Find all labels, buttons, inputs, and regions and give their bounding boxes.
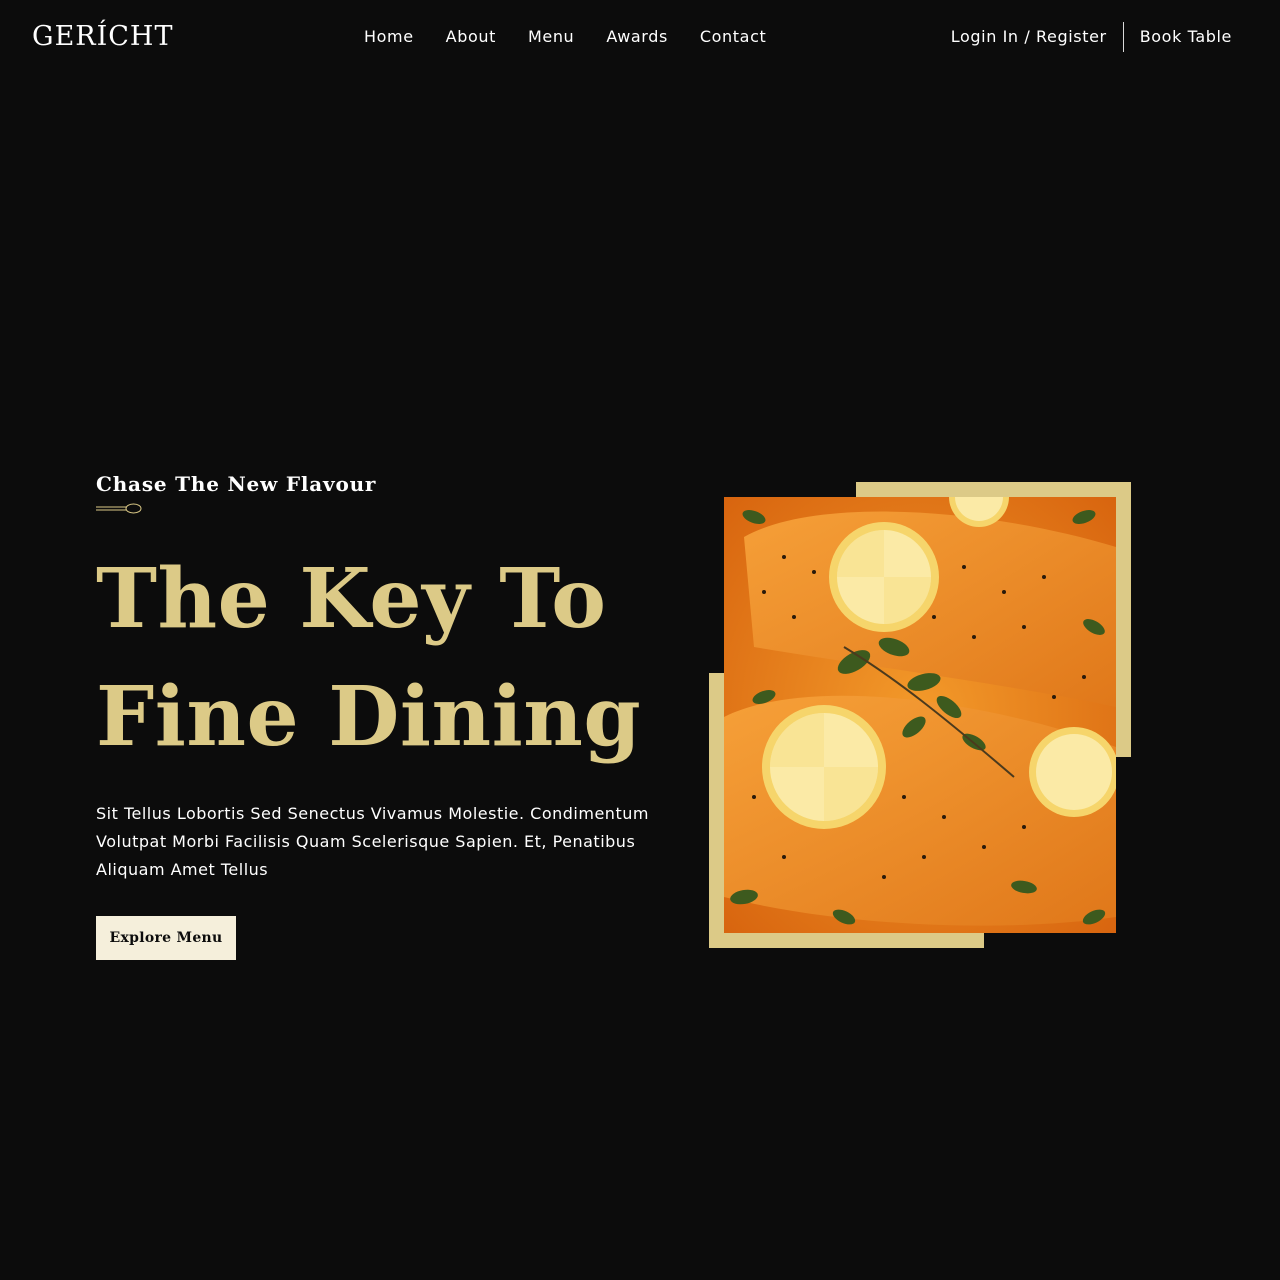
nav-link-contact[interactable]: Contact: [700, 27, 766, 46]
nav-link-awards[interactable]: Awards: [606, 27, 668, 46]
headline-line-1: The Key To: [96, 551, 607, 647]
nav-divider: [1122, 22, 1124, 52]
hero-headline: The Key To Fine Dining: [96, 540, 656, 776]
hero-subtitle: Chase The New Flavour: [96, 472, 377, 496]
nav-link-about[interactable]: About: [446, 27, 496, 46]
headline-line-2: Fine Dining: [96, 669, 642, 765]
nav-link-menu[interactable]: Menu: [528, 27, 574, 46]
spoon-icon: [96, 503, 142, 514]
book-table-link[interactable]: Book Table: [1140, 24, 1232, 50]
nav-actions: Login In / Register Book Table: [951, 22, 1232, 52]
nav-link-home[interactable]: Home: [364, 27, 414, 46]
nav-links: Home About Menu Awards Contact: [364, 24, 766, 50]
hero-body: Sit Tellus Lobortis Sed Senectus Vivamus…: [96, 804, 649, 879]
explore-menu-button[interactable]: Explore Menu: [96, 916, 236, 960]
logo[interactable]: GERÍCHT: [32, 18, 174, 56]
login-register-link[interactable]: Login In / Register: [951, 24, 1107, 50]
hero-food-image: [724, 497, 1116, 933]
navbar: GERÍCHT Home About Menu Awards Contact L…: [0, 0, 1280, 74]
